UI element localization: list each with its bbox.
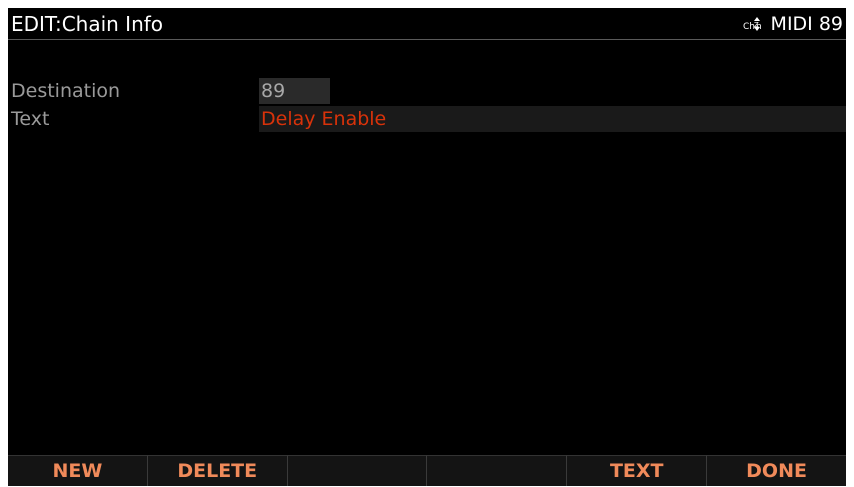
text-row: Text Delay Enable: [8, 106, 846, 132]
page-title: EDIT:Chain Info: [11, 12, 164, 36]
midi-channel-label: MIDI 89: [770, 13, 843, 35]
softkey-done-button[interactable]: DONE: [706, 455, 846, 486]
softkey-bar: NEW DELETE TEXT DONE: [8, 455, 846, 486]
softkey-delete-button[interactable]: DELETE: [146, 455, 287, 486]
text-label: Text: [11, 108, 50, 130]
chzn-updown-icon: Ch n Z: [743, 15, 769, 33]
destination-label: Destination: [11, 80, 121, 102]
text-value[interactable]: Delay Enable: [259, 106, 846, 132]
softkey-text-button[interactable]: TEXT: [566, 455, 707, 486]
softkey-4-button[interactable]: [426, 455, 567, 486]
softkey-new-button[interactable]: NEW: [8, 455, 147, 486]
header-bar: EDIT:Chain Info Ch n Z MIDI 89: [8, 8, 846, 40]
display-screen: EDIT:Chain Info Ch n Z MIDI 89 Destinati…: [8, 8, 846, 486]
header-status: Ch n Z MIDI 89: [743, 13, 843, 35]
destination-row: Destination 89: [8, 78, 846, 104]
softkey-3-button[interactable]: [286, 455, 427, 486]
svg-text:Z: Z: [754, 21, 759, 29]
destination-value[interactable]: 89: [259, 78, 330, 104]
